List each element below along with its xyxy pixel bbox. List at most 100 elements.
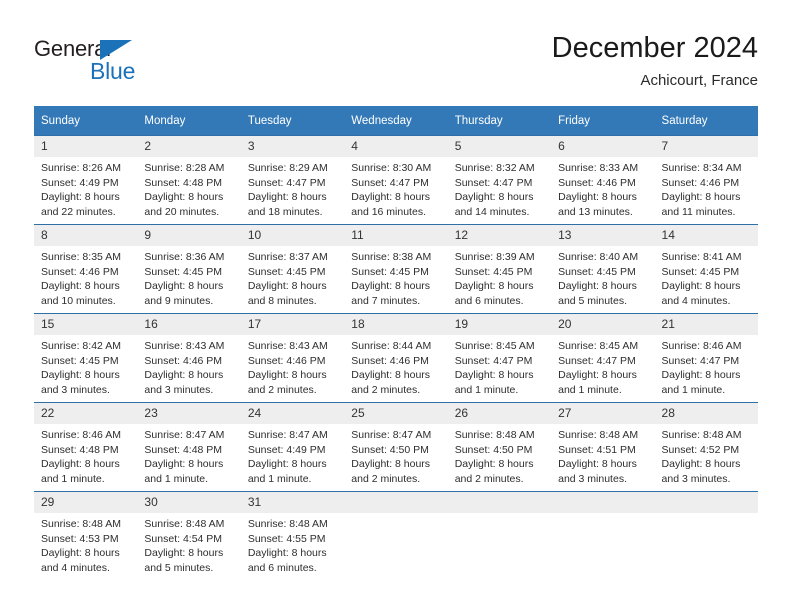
calendar-cell-inner: 17 Sunrise: 8:43 AM Sunset: 4:46 PM Dayligh… (240, 314, 345, 402)
daylight-duration-line1: Daylight: 8 hours (41, 547, 120, 559)
calendar-cell-inner: 31 Sunrise: 8:48 AM Sunset: 4:55 PM Dayligh… (240, 492, 345, 580)
calendar-cell-inner (551, 492, 655, 580)
sunset-time: Sunset: 4:45 PM (351, 265, 429, 278)
sunset-time: Sunset: 4:50 PM (351, 443, 429, 456)
calendar-day-cell[interactable]: 15 Sunrise: 8:42 AM Sunset: 4:45 PM Dayligh… (34, 313, 138, 403)
sunset-time: Sunset: 4:46 PM (247, 354, 326, 367)
day-details (344, 513, 447, 517)
calendar-week-row: 15 Sunrise: 8:42 AM Sunset: 4:45 PM Dayligh… (34, 313, 758, 403)
sunset-time: Sunset: 4:45 PM (144, 265, 223, 278)
day-number: 5 (447, 136, 552, 157)
calendar-cell-inner: 29 Sunrise: 8:48 AM Sunset: 4:53 PM Dayligh… (34, 492, 138, 580)
daylight-duration-line1: Daylight: 8 hours (144, 547, 224, 559)
daylight-duration-line1: Daylight: 8 hours (144, 458, 224, 470)
sunrise-time: Sunrise: 8:45 AM (454, 340, 535, 352)
sunset-time: Sunset: 4:47 PM (558, 354, 636, 367)
daylight-duration-line1: Daylight: 8 hours (41, 191, 120, 203)
calendar-cell-inner: 12 Sunrise: 8:39 AM Sunset: 4:45 PM Dayligh… (447, 225, 552, 313)
calendar-cell-inner: 3 Sunrise: 8:29 AM Sunset: 4:47 PM Daylight… (240, 136, 345, 224)
day-number: 7 (654, 136, 758, 157)
calendar-day-cell[interactable]: 14 Sunrise: 8:41 AM Sunset: 4:45 PM Dayligh… (654, 224, 758, 314)
daylight-duration-line1: Daylight: 8 hours (454, 458, 534, 470)
calendar-day-cell[interactable]: 28 Sunrise: 8:48 AM Sunset: 4:52 PM Dayligh… (654, 402, 758, 492)
daylight-duration-line2: and 13 minutes. (558, 205, 633, 218)
calendar-day-cell[interactable]: 18 Sunrise: 8:44 AM Sunset: 4:46 PM Dayligh… (344, 313, 448, 403)
daylight-duration-line2: and 16 minutes. (351, 205, 426, 218)
calendar-day-cell[interactable]: 20 Sunrise: 8:45 AM Sunset: 4:47 PM Dayligh… (551, 313, 655, 403)
weekday-header-sunday: Sunday (34, 106, 138, 136)
weekday-header-row: Sunday Monday Tuesday Wednesday Thursday… (34, 106, 758, 136)
calendar-day-cell[interactable]: 11 Sunrise: 8:38 AM Sunset: 4:45 PM Dayligh… (344, 224, 448, 314)
day-number: 22 (34, 403, 138, 424)
calendar-day-cell[interactable]: 24 Sunrise: 8:47 AM Sunset: 4:49 PM Dayligh… (240, 402, 345, 492)
sunrise-time: Sunrise: 8:33 AM (558, 162, 639, 174)
sunset-time: Sunset: 4:47 PM (454, 176, 533, 189)
day-details: Sunrise: 8:47 AM Sunset: 4:50 PM Daylight:… (344, 424, 447, 486)
day-details: Sunrise: 8:41 AM Sunset: 4:45 PM Daylight:… (655, 246, 758, 308)
calendar-day-cell[interactable]: 22 Sunrise: 8:46 AM Sunset: 4:48 PM Dayligh… (34, 402, 138, 492)
day-details: Sunrise: 8:38 AM Sunset: 4:45 PM Daylight:… (344, 246, 447, 308)
calendar-day-cell[interactable]: 1 Sunrise: 8:26 AM Sunset: 4:49 PM Daylight… (34, 135, 138, 225)
daylight-duration-line1: Daylight: 8 hours (41, 369, 120, 381)
day-number: 19 (447, 314, 552, 335)
day-number: 14 (654, 225, 758, 246)
calendar-day-cell[interactable]: 5 Sunrise: 8:32 AM Sunset: 4:47 PM Daylight… (447, 135, 552, 225)
calendar-day-cell[interactable]: 17 Sunrise: 8:43 AM Sunset: 4:46 PM Dayligh… (240, 313, 345, 403)
sunset-time: Sunset: 4:46 PM (144, 354, 223, 367)
calendar-cell-inner: 30 Sunrise: 8:48 AM Sunset: 4:54 PM Dayligh… (137, 492, 241, 580)
daylight-duration-line2: and 6 minutes. (247, 561, 317, 574)
calendar-day-cell[interactable]: 23 Sunrise: 8:47 AM Sunset: 4:48 PM Dayligh… (137, 402, 241, 492)
day-details: Sunrise: 8:48 AM Sunset: 4:54 PM Daylight:… (137, 513, 240, 575)
calendar-day-cell[interactable]: 8 Sunrise: 8:35 AM Sunset: 4:46 PM Daylight… (34, 224, 138, 314)
calendar-day-cell[interactable]: 10 Sunrise: 8:37 AM Sunset: 4:45 PM Dayligh… (240, 224, 345, 314)
calendar-day-cell[interactable]: 29 Sunrise: 8:48 AM Sunset: 4:53 PM Dayligh… (34, 491, 138, 580)
day-details: Sunrise: 8:48 AM Sunset: 4:53 PM Daylight:… (34, 513, 137, 575)
daylight-duration-line1: Daylight: 8 hours (247, 280, 327, 292)
sunrise-time: Sunrise: 8:29 AM (247, 162, 328, 174)
calendar-cell-inner: 24 Sunrise: 8:47 AM Sunset: 4:49 PM Dayligh… (240, 403, 345, 491)
calendar-day-cell[interactable]: 30 Sunrise: 8:48 AM Sunset: 4:54 PM Dayligh… (137, 491, 241, 580)
sunrise-time: Sunrise: 8:34 AM (661, 162, 742, 174)
sunrise-time: Sunrise: 8:43 AM (144, 340, 225, 352)
daylight-duration-line1: Daylight: 8 hours (661, 280, 741, 292)
day-number: 28 (654, 403, 758, 424)
calendar-day-cell[interactable]: 4 Sunrise: 8:30 AM Sunset: 4:47 PM Daylight… (344, 135, 448, 225)
calendar-day-cell[interactable]: 16 Sunrise: 8:43 AM Sunset: 4:46 PM Dayligh… (137, 313, 241, 403)
calendar-body: 1 Sunrise: 8:26 AM Sunset: 4:49 PM Daylight… (34, 135, 758, 580)
daylight-duration-line1: Daylight: 8 hours (247, 458, 327, 470)
calendar-day-cell[interactable]: 2 Sunrise: 8:28 AM Sunset: 4:48 PM Daylight… (137, 135, 241, 225)
day-number: 10 (240, 225, 345, 246)
calendar-day-cell[interactable]: 3 Sunrise: 8:29 AM Sunset: 4:47 PM Daylight… (240, 135, 345, 225)
day-number: 9 (137, 225, 241, 246)
daylight-duration-line1: Daylight: 8 hours (661, 458, 741, 470)
calendar-day-cell[interactable]: 13 Sunrise: 8:40 AM Sunset: 4:45 PM Dayligh… (551, 224, 655, 314)
weekday-header-wednesday: Wednesday (344, 106, 448, 136)
calendar-day-cell[interactable]: 21 Sunrise: 8:46 AM Sunset: 4:47 PM Dayligh… (654, 313, 758, 403)
sunset-time: Sunset: 4:46 PM (558, 176, 636, 189)
sunrise-time: Sunrise: 8:46 AM (661, 340, 742, 352)
calendar-day-cell[interactable]: 27 Sunrise: 8:48 AM Sunset: 4:51 PM Dayligh… (551, 402, 655, 492)
calendar-cell-empty (654, 491, 758, 580)
calendar-day-cell[interactable]: 7 Sunrise: 8:34 AM Sunset: 4:46 PM Daylight… (654, 135, 758, 225)
day-number: 6 (551, 136, 655, 157)
calendar-day-cell[interactable]: 26 Sunrise: 8:48 AM Sunset: 4:50 PM Dayligh… (447, 402, 552, 492)
daylight-duration-line1: Daylight: 8 hours (247, 369, 327, 381)
daylight-duration-line1: Daylight: 8 hours (351, 280, 431, 292)
daylight-duration-line2: and 2 minutes. (351, 472, 421, 485)
calendar-day-cell[interactable]: 9 Sunrise: 8:36 AM Sunset: 4:45 PM Daylight… (137, 224, 241, 314)
daylight-duration-line1: Daylight: 8 hours (144, 369, 224, 381)
calendar-day-cell[interactable]: 31 Sunrise: 8:48 AM Sunset: 4:55 PM Dayligh… (240, 491, 345, 580)
calendar-day-cell[interactable]: 25 Sunrise: 8:47 AM Sunset: 4:50 PM Dayligh… (344, 402, 448, 492)
daylight-duration-line2: and 1 minute. (661, 383, 726, 396)
general-blue-logo[interactable]: General Blue (34, 36, 244, 92)
calendar-cell-inner: 18 Sunrise: 8:44 AM Sunset: 4:46 PM Dayligh… (344, 314, 448, 402)
calendar-day-cell[interactable]: 19 Sunrise: 8:45 AM Sunset: 4:47 PM Dayligh… (447, 313, 552, 403)
day-details: Sunrise: 8:46 AM Sunset: 4:47 PM Daylight:… (655, 335, 758, 397)
calendar-day-cell[interactable]: 6 Sunrise: 8:33 AM Sunset: 4:46 PM Daylight… (551, 135, 655, 225)
day-details: Sunrise: 8:28 AM Sunset: 4:48 PM Daylight:… (137, 157, 240, 219)
daylight-duration-line1: Daylight: 8 hours (144, 191, 224, 203)
daylight-duration-line2: and 1 minute. (41, 472, 105, 485)
sunrise-time: Sunrise: 8:37 AM (247, 251, 328, 263)
calendar-day-cell[interactable]: 12 Sunrise: 8:39 AM Sunset: 4:45 PM Dayligh… (447, 224, 552, 314)
daylight-duration-line1: Daylight: 8 hours (661, 191, 741, 203)
